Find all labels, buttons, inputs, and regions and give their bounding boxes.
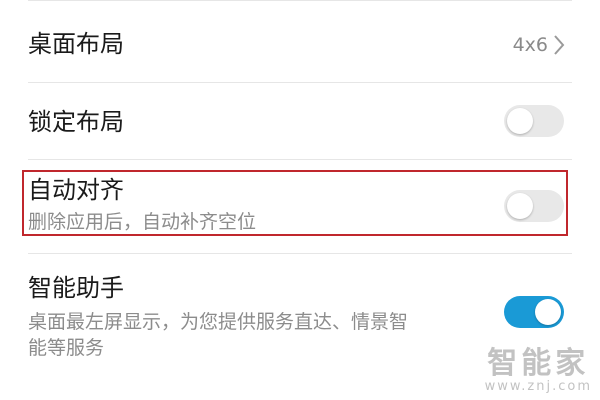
- desktop-layout-row[interactable]: 桌面布局 4x6: [0, 0, 600, 82]
- smart-assistant-description-line1: 桌面最左屏显示，为您提供服务直达、情景智: [28, 311, 409, 333]
- toggle-knob: [507, 108, 533, 134]
- smart-assistant-description-line2: 能等服务: [28, 337, 105, 359]
- watermark-logo: 智能家 www.znj.com: [485, 348, 592, 394]
- chevron-right-icon: [554, 35, 565, 55]
- divider: [28, 159, 572, 160]
- watermark-brand: 智能家: [487, 346, 590, 381]
- toggle-knob: [535, 299, 561, 325]
- lock-layout-label: 锁定布局: [28, 108, 124, 136]
- desktop-layout-label: 桌面布局: [28, 30, 124, 58]
- watermark-url: www.znj.com: [484, 379, 592, 394]
- desktop-layout-value: 4x6: [512, 34, 548, 56]
- smart-assistant-label: 智能助手: [28, 274, 124, 302]
- highlight-box: [22, 170, 568, 236]
- smart-assistant-toggle[interactable]: [504, 296, 564, 328]
- launcher-settings-screen: 桌面布局 4x6 锁定布局 自动对齐 删除应用后，自动补齐空位 智能助手 桌面最…: [0, 0, 600, 400]
- lock-layout-toggle[interactable]: [504, 105, 564, 137]
- lock-layout-row: 锁定布局: [0, 83, 600, 159]
